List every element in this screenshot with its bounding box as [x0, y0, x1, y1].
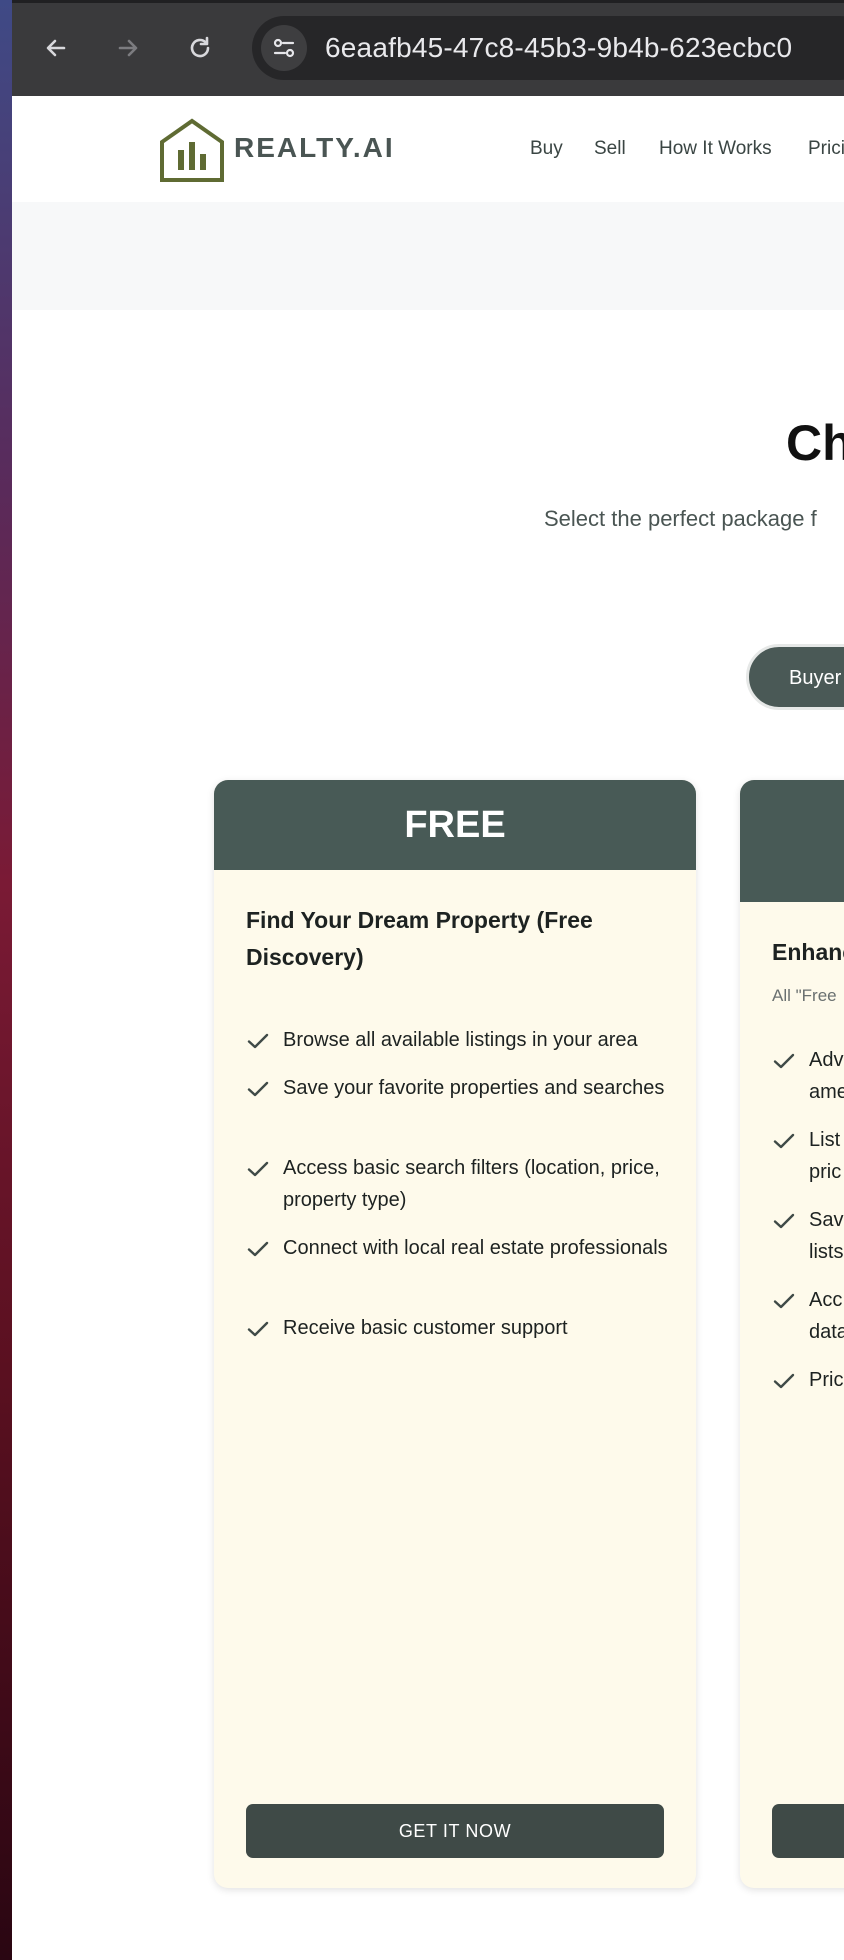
forward-button[interactable]	[108, 26, 148, 70]
feature-text: Adv ame	[809, 1049, 844, 1103]
check-icon	[773, 1053, 795, 1069]
feature-text: Acc data	[809, 1289, 844, 1343]
get-it-now-button[interactable]: GET IT NOW	[246, 1804, 664, 1858]
check-icon	[247, 1241, 269, 1257]
site-settings-icon	[273, 38, 295, 58]
feature-item: List pric	[772, 1124, 844, 1188]
reload-button[interactable]	[180, 26, 220, 70]
plan-name: FREE	[404, 804, 506, 846]
check-icon	[773, 1373, 795, 1389]
feature-text: Receive basic customer support	[283, 1317, 568, 1339]
nav-buy[interactable]: Buy	[530, 138, 563, 160]
back-button[interactable]	[36, 26, 76, 70]
card-header: FREE	[214, 780, 696, 870]
logo-text[interactable]: REALTY.AI	[234, 132, 395, 164]
card-note: All "Free	[772, 986, 837, 1005]
site-info-button[interactable]	[261, 25, 307, 71]
card-headline: Enhanc	[772, 939, 844, 965]
check-icon	[773, 1133, 795, 1149]
feature-text: Connect with local real estate professio…	[283, 1237, 668, 1259]
feature-text: List pric	[809, 1129, 842, 1183]
feature-item: Receive basic customer support	[246, 1312, 676, 1344]
card-header	[740, 780, 844, 902]
back-arrow-icon	[46, 39, 66, 57]
check-icon	[247, 1033, 269, 1049]
browser-window: 6eaafb45-47c8-45b3-9b4b-623ecbc0 REALTY.…	[12, 0, 844, 1960]
feature-item: Connect with local real estate professio…	[246, 1232, 676, 1264]
feature-item: Pric	[772, 1364, 844, 1396]
browser-toolbar: 6eaafb45-47c8-45b3-9b4b-623ecbc0	[12, 0, 844, 97]
nav-how-it-works[interactable]: How It Works	[659, 138, 772, 160]
feature-text: Browse all available listings in your ar…	[283, 1029, 638, 1051]
feature-text: Access basic search filters (location, p…	[283, 1157, 660, 1211]
check-icon	[247, 1161, 269, 1177]
feature-text: Sav lists	[809, 1209, 844, 1263]
nav-pricing[interactable]: Prici	[808, 138, 844, 160]
feature-text: Save your favorite properties and search…	[283, 1077, 665, 1099]
page-title: Ch	[786, 415, 844, 471]
page-subtitle: Select the perfect package f	[544, 506, 817, 531]
feature-item: Acc data	[772, 1284, 844, 1348]
check-icon	[247, 1321, 269, 1337]
feature-item: Save your favorite properties and search…	[246, 1072, 676, 1104]
house-chart-icon	[160, 118, 224, 182]
address-bar[interactable]: 6eaafb45-47c8-45b3-9b4b-623ecbc0	[252, 16, 844, 80]
toggle-buyer-label[interactable]: Buyer	[789, 667, 841, 690]
logo[interactable]	[159, 118, 225, 184]
feature-item: Access basic search filters (location, p…	[246, 1152, 676, 1216]
feature-text: Pric	[809, 1369, 844, 1391]
feature-item: Sav lists	[772, 1204, 844, 1268]
reload-icon	[190, 36, 210, 58]
check-icon	[773, 1213, 795, 1229]
desktop-edge	[0, 0, 12, 1960]
hero-band	[12, 202, 844, 310]
nav-sell[interactable]: Sell	[594, 138, 626, 160]
feature-item: Browse all available listings in your ar…	[246, 1024, 676, 1056]
card-headline: Find Your Dream Property (Free Discovery…	[246, 907, 593, 970]
pricing-card-free: FREE Find Your Dream Property (Free Disc…	[214, 780, 696, 1888]
url-text[interactable]: 6eaafb45-47c8-45b3-9b4b-623ecbc0	[325, 32, 792, 64]
tab-strip-edge	[12, 0, 844, 3]
card-cta-button[interactable]	[772, 1804, 844, 1858]
check-icon	[773, 1293, 795, 1309]
check-icon	[247, 1081, 269, 1097]
feature-item: Adv ame	[772, 1044, 844, 1108]
pricing-card-premium: Enhanc All "Free Advame Listpric Savlist…	[740, 780, 844, 1888]
forward-arrow-icon	[118, 39, 138, 57]
plan-type-toggle[interactable]: Buyer	[746, 644, 844, 710]
